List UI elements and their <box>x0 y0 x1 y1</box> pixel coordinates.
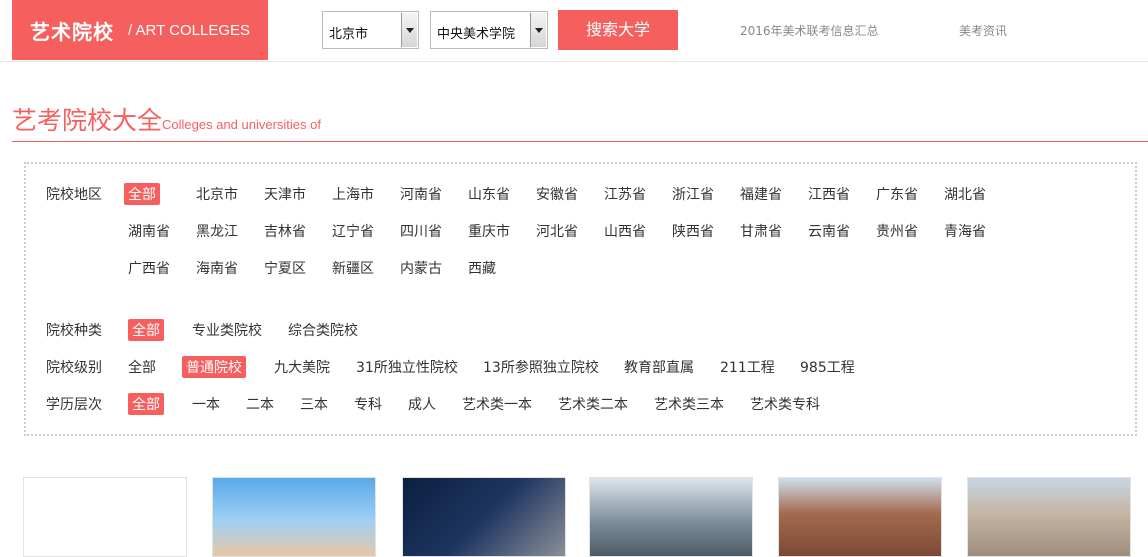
filter-option-region[interactable]: 上海市 <box>332 184 374 204</box>
college-card[interactable] <box>967 477 1131 557</box>
filter-option-type[interactable]: 全部 <box>128 319 164 341</box>
filter-option-region[interactable]: 安徽省 <box>536 184 578 204</box>
filter-option-region[interactable]: 河北省 <box>536 221 578 241</box>
filter-label-level: 院校级别 <box>46 360 102 376</box>
filter-option-type[interactable]: 专业类院校 <box>192 320 262 340</box>
filter-label-type: 院校种类 <box>46 323 102 339</box>
filter-option-region[interactable]: 福建省 <box>740 184 782 204</box>
filter-option-region[interactable]: 广西省 <box>128 258 170 278</box>
filter-option-region[interactable]: 云南省 <box>808 221 850 241</box>
filter-option-region[interactable]: 河南省 <box>400 184 442 204</box>
filter-option-region[interactable]: 贵州省 <box>876 221 918 241</box>
filter-option-region[interactable]: 天津市 <box>264 184 306 204</box>
nav-link-news[interactable]: 美考资讯 <box>959 22 1007 39</box>
college-card[interactable] <box>589 477 753 557</box>
brand-subtitle: / ART COLLEGES <box>128 22 250 39</box>
filter-option-degree[interactable]: 一本 <box>192 394 220 414</box>
filter-option-region[interactable]: 辽宁省 <box>332 221 374 241</box>
page-title: 艺考院校大全Colleges and universities of <box>12 101 321 137</box>
brand-logo[interactable]: 艺术院校 / ART COLLEGES <box>12 0 268 60</box>
filter-option-level[interactable]: 全部 <box>128 357 156 377</box>
filter-option-level[interactable]: 211工程 <box>720 357 775 377</box>
filter-option-region[interactable]: 重庆市 <box>468 221 510 241</box>
filter-option-region[interactable]: 宁夏区 <box>264 258 306 278</box>
filter-option-region[interactable]: 山东省 <box>468 184 510 204</box>
school-select[interactable]: 中央美术学院 <box>430 11 548 49</box>
filter-option-degree[interactable]: 艺术类二本 <box>558 394 628 414</box>
filter-option-degree[interactable]: 三本 <box>300 394 328 414</box>
filter-option-region[interactable]: 山西省 <box>604 221 646 241</box>
college-card[interactable] <box>23 477 187 557</box>
filter-option-region[interactable]: 四川省 <box>400 221 442 241</box>
search-button[interactable]: 搜索大学 <box>558 10 678 50</box>
filter-option-region[interactable]: 湖南省 <box>128 221 170 241</box>
filter-option-type[interactable]: 综合类院校 <box>288 320 358 340</box>
college-card[interactable] <box>402 477 566 557</box>
filter-label-degree: 学历层次 <box>46 397 102 413</box>
filter-label-region: 院校地区 <box>46 187 102 203</box>
filter-option-degree[interactable]: 专科 <box>354 394 382 414</box>
title-divider <box>12 141 1148 142</box>
school-select-value: 中央美术学院 <box>437 27 516 42</box>
chevron-down-icon[interactable] <box>530 13 546 47</box>
filter-option-region[interactable]: 吉林省 <box>264 221 306 241</box>
filter-option-level[interactable]: 31所独立性院校 <box>356 357 458 377</box>
page-title-cn: 艺考院校大全 <box>12 106 163 135</box>
filter-option-region[interactable]: 甘肃省 <box>740 221 782 241</box>
filter-option-degree[interactable]: 艺术类三本 <box>654 394 724 414</box>
page-title-en: Colleges and universities of <box>162 117 321 132</box>
filter-option-region[interactable]: 陕西省 <box>672 221 714 241</box>
brand-title: 艺术院校 <box>30 20 114 44</box>
filter-option-level[interactable]: 九大美院 <box>274 357 330 377</box>
filter-option-region[interactable]: 北京市 <box>196 184 238 204</box>
nav-link-exam-info[interactable]: 2016年美术联考信息汇总 <box>740 22 879 39</box>
filter-option-level[interactable]: 普通院校 <box>182 356 246 378</box>
filter-option-region[interactable]: 江苏省 <box>604 184 646 204</box>
college-card[interactable] <box>212 477 376 557</box>
filter-option-degree[interactable]: 成人 <box>408 394 436 414</box>
city-select-value: 北京市 <box>329 27 369 42</box>
city-select[interactable]: 北京市 <box>322 11 419 49</box>
filter-option-level[interactable]: 985工程 <box>800 357 855 377</box>
filter-option-region[interactable]: 西藏 <box>468 258 496 278</box>
chevron-down-icon[interactable] <box>401 13 417 47</box>
filter-option-degree[interactable]: 艺术类一本 <box>462 394 532 414</box>
filter-option-region[interactable]: 青海省 <box>944 221 986 241</box>
top-bar: 艺术院校 / ART COLLEGES 北京市 中央美术学院 搜索大学 2016… <box>0 0 1148 62</box>
filter-option-degree[interactable]: 二本 <box>246 394 274 414</box>
filter-option-region[interactable]: 内蒙古 <box>400 258 442 278</box>
college-card[interactable] <box>778 477 942 557</box>
filter-option-level[interactable]: 13所参照独立院校 <box>483 357 599 377</box>
filter-option-region[interactable]: 江西省 <box>808 184 850 204</box>
filter-option-region[interactable]: 海南省 <box>196 258 238 278</box>
filter-option-degree[interactable]: 艺术类专科 <box>750 394 820 414</box>
filter-option-region[interactable]: 黑龙江 <box>196 221 238 241</box>
filter-option-region[interactable]: 新疆区 <box>332 258 374 278</box>
filter-option-level[interactable]: 教育部直属 <box>624 357 694 377</box>
filter-option-degree[interactable]: 全部 <box>128 393 164 415</box>
filter-option-region[interactable]: 湖北省 <box>944 184 986 204</box>
filter-option-region[interactable]: 全部 <box>124 183 160 205</box>
filter-option-region[interactable]: 浙江省 <box>672 184 714 204</box>
filter-option-region[interactable]: 广东省 <box>876 184 918 204</box>
